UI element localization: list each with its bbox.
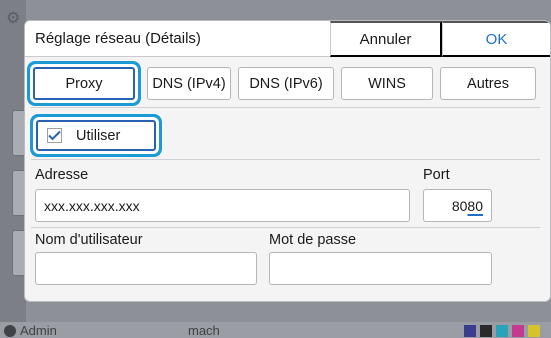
tab-dns-ipv6[interactable]: DNS (IPv6) <box>238 67 334 100</box>
username-label: Nom d'utilisateur <box>35 232 143 248</box>
dialog-title: Réglage réseau (Détails) <box>35 30 201 47</box>
use-proxy-checkbox-button[interactable]: Utiliser <box>36 120 156 151</box>
username-input[interactable] <box>35 252 257 285</box>
divider <box>31 107 540 108</box>
tab-autres[interactable]: Autres <box>440 67 536 100</box>
footer-machine-label: mach <box>188 323 220 338</box>
cancel-button[interactable]: Annuler <box>330 21 442 57</box>
toner-icon <box>512 325 524 337</box>
tab-dns-ipv4[interactable]: DNS (IPv4) <box>147 67 231 100</box>
toner-icon <box>496 325 508 337</box>
background-sidebar <box>0 0 26 338</box>
use-proxy-label: Utiliser <box>76 127 121 144</box>
address-label: Adresse <box>35 167 89 183</box>
network-settings-dialog: Réglage réseau (Détails) Annuler OK Prox… <box>24 20 551 302</box>
checkbox[interactable] <box>47 128 62 143</box>
toner-icon <box>464 325 476 337</box>
address-value: xxx.xxx.xxx.xxx <box>44 197 140 214</box>
footer-user-label: Admin <box>20 323 57 338</box>
port-value-caret: 80 <box>467 197 483 214</box>
settings-gear-icon: ⚙ <box>6 10 21 27</box>
port-label: Port <box>423 167 450 183</box>
tab-proxy[interactable]: Proxy <box>33 67 135 100</box>
background-status-bar: Admin mach <box>0 322 551 338</box>
password-label: Mot de passe <box>269 232 357 248</box>
port-input[interactable]: 80 80 <box>423 189 492 222</box>
divider <box>31 159 540 160</box>
port-value: 80 <box>451 197 468 214</box>
user-icon <box>4 325 16 337</box>
checkmark-icon <box>48 130 61 141</box>
divider <box>31 227 540 228</box>
toner-icon <box>480 325 492 337</box>
password-input[interactable] <box>269 252 492 285</box>
toner-icon <box>528 325 540 337</box>
dialog-header: Réglage réseau (Détails) Annuler OK <box>25 21 550 57</box>
ok-button[interactable]: OK <box>442 21 550 57</box>
tab-bar: Proxy DNS (IPv4) DNS (IPv6) WINS Autres <box>25 57 550 105</box>
address-input[interactable]: xxx.xxx.xxx.xxx <box>35 189 410 222</box>
tab-wins[interactable]: WINS <box>341 67 433 100</box>
